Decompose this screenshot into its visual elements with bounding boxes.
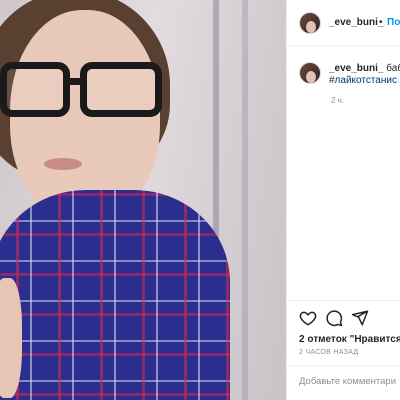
caption-hashtag[interactable]: #лайкотстанис xyxy=(329,75,397,86)
post-actions: 2 отметок "Нравится" 2 ЧАСОВ НАЗАД Добав… xyxy=(287,300,400,392)
caption-text: бабу xyxy=(386,63,400,74)
lips xyxy=(44,158,82,170)
likes-count[interactable]: 2 отметок "Нравится" xyxy=(299,334,400,345)
instagram-post: _eve_buni_ • По _eve_buni_ бабу #лайкотс… xyxy=(0,0,400,400)
glasses-left-lens xyxy=(0,62,70,117)
heart-icon[interactable] xyxy=(299,309,317,327)
post-side-panel: _eve_buni_ • По _eve_buni_ бабу #лайкотс… xyxy=(286,0,400,400)
caption-username[interactable]: _eve_buni_ xyxy=(329,63,383,74)
post-photo[interactable] xyxy=(0,0,286,400)
share-icon[interactable] xyxy=(351,309,369,327)
header-username[interactable]: _eve_buni_ xyxy=(329,17,383,28)
avatar[interactable] xyxy=(299,12,321,34)
caption-line: _eve_buni_ бабу xyxy=(329,63,400,74)
follow-button[interactable]: По xyxy=(387,17,400,28)
separator-dot: • xyxy=(379,17,383,28)
comment-input[interactable]: Добавьте комментари xyxy=(287,365,400,393)
post-header: _eve_buni_ • По xyxy=(287,0,400,46)
hand xyxy=(0,278,22,398)
caption-avatar[interactable] xyxy=(299,62,321,84)
glasses-right-lens xyxy=(80,62,162,117)
curtain-fold xyxy=(242,0,248,400)
plaid-scarf xyxy=(0,190,230,400)
post-timestamp: 2 ЧАСОВ НАЗАД xyxy=(299,349,359,356)
caption-time: 2 ч. xyxy=(331,96,345,105)
comment-icon[interactable] xyxy=(325,309,343,327)
comment-placeholder: Добавьте комментари xyxy=(299,376,397,387)
